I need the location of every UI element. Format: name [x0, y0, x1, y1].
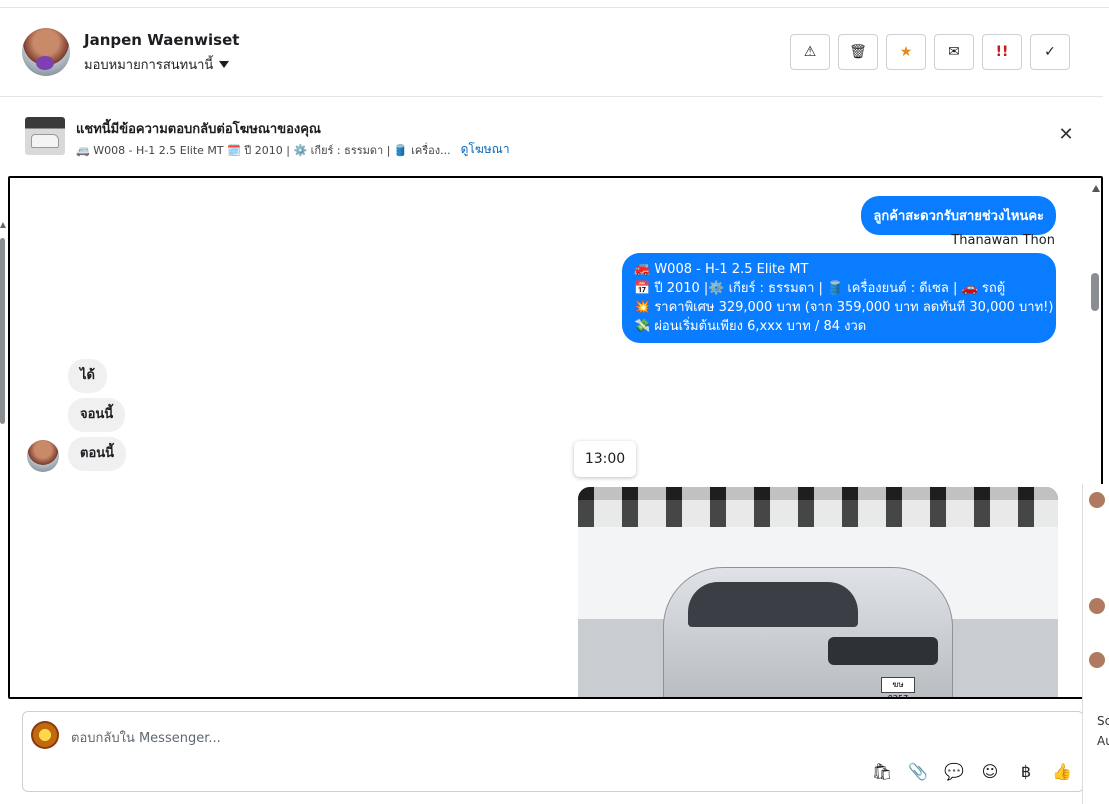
- avatar[interactable]: [22, 28, 70, 76]
- side-panel-peek[interactable]: Sc Au: [1082, 484, 1109, 804]
- header-actions: ⚠ 🗑 ★ ✉ !! ✓: [790, 34, 1070, 70]
- incoming-message[interactable]: ตอนนี้: [68, 437, 127, 471]
- baht-icon: ฿: [1020, 761, 1032, 781]
- close-icon[interactable]: ✕: [1056, 125, 1076, 145]
- thumbs-up-icon: 👍: [1052, 761, 1072, 781]
- left-scroll-thumb[interactable]: [0, 238, 5, 424]
- ad-reply-banner: แชทนี้มีข้อความตอบกลับต่อโฆษณาของคุณ 🚐 W…: [0, 97, 1103, 176]
- message-line: 📅 ปี 2010 |⚙️ เกียร์ : ธรรมดา | 🛢️ เครื่…: [634, 281, 1006, 296]
- emoji-button[interactable]: ☺: [979, 760, 1001, 782]
- caret-down-icon: [219, 61, 230, 68]
- avatar: [1089, 652, 1105, 668]
- ad-banner-subtitle: 🚐 W008 - H-1 2.5 Elite MT 🗓️ ปี 2010 | ⚙…: [76, 143, 451, 157]
- sender-name: Thanawan Thon: [951, 233, 1055, 248]
- saved-reply-button[interactable]: 💬: [943, 760, 965, 782]
- message-line: 🚒 W008 - H-1 2.5 Elite MT: [634, 262, 809, 277]
- paperclip-icon: 📎: [908, 761, 928, 781]
- chat-bubble-icon: 💬: [944, 761, 964, 781]
- incoming-message[interactable]: จอนนี้: [68, 398, 126, 432]
- ad-thumbnail[interactable]: [25, 117, 65, 155]
- attach-button[interactable]: 📎: [907, 760, 929, 782]
- message-line: 💸 ผ่อนเริ่มต้นเพียง 6,xxx บาท / 84 งวด: [634, 319, 867, 334]
- message-line: 💥 ราคาพิเศษ 329,000 บาท (จาก 359,000 บาท…: [634, 300, 1054, 315]
- assign-label: มอบหมายการสนทนานี้: [84, 58, 214, 73]
- incoming-message[interactable]: ได้: [68, 359, 107, 393]
- avatar: [1089, 598, 1105, 614]
- star-icon: ★: [899, 44, 913, 60]
- peek-text: Au: [1097, 734, 1109, 748]
- view-ad-link[interactable]: ดูโฆษณา: [461, 140, 510, 159]
- outgoing-message[interactable]: ลูกค้าสะดวกรับสายช่วงไหนคะ: [861, 196, 1056, 235]
- mark-done-button[interactable]: ✓: [1030, 34, 1070, 70]
- like-button[interactable]: 👍: [1051, 760, 1073, 782]
- smiley-icon: ☺: [981, 761, 999, 781]
- message-photo[interactable]: ฆษ 9257: [578, 487, 1058, 697]
- trash-icon: 🗑: [849, 44, 867, 60]
- message-timestamp-tooltip: 13:00: [574, 441, 636, 477]
- check-icon: ✓: [1044, 44, 1056, 60]
- shop-bag-button[interactable]: 🛍: [871, 760, 893, 782]
- assign-conversation-dropdown[interactable]: มอบหมายการสนทนานี้: [84, 54, 230, 75]
- composer-toolbar: 🛍 📎 💬 ☺ ฿ 👍: [871, 760, 1073, 782]
- shopping-bag-icon: 🛍: [871, 761, 893, 781]
- avatar: [1089, 492, 1105, 508]
- mark-unread-button[interactable]: ✉: [934, 34, 974, 70]
- conversation-header: Janpen Waenwiset มอบหมายการสนทนานี้ ⚠ 🗑 …: [0, 8, 1103, 97]
- ad-banner-subtitle-row: 🚐 W008 - H-1 2.5 Elite MT 🗓️ ปี 2010 | ⚙…: [76, 140, 510, 159]
- avatar[interactable]: [27, 440, 59, 472]
- outgoing-message[interactable]: 🚒 W008 - H-1 2.5 Elite MT 📅 ปี 2010 |⚙️ …: [622, 253, 1056, 343]
- message-scroll-thumb[interactable]: [1091, 273, 1099, 311]
- peek-text: Sc: [1097, 714, 1109, 728]
- envelope-icon: ✉: [948, 44, 960, 60]
- left-scroll-up-icon[interactable]: [0, 222, 6, 228]
- page-avatar: [31, 721, 59, 749]
- follow-up-icon: !!: [995, 44, 1009, 60]
- warning-icon: ⚠: [803, 44, 817, 60]
- star-button[interactable]: ★: [886, 34, 926, 70]
- license-plate: ฆษ 9257: [881, 677, 915, 697]
- payment-button[interactable]: ฿: [1015, 760, 1037, 782]
- message-composer: ตอบกลับใน Messenger... 🛍 📎 💬 ☺ ฿ 👍: [22, 711, 1084, 792]
- message-thread[interactable]: ลูกค้าสะดวกรับสายช่วงไหนคะ Thanawan Thon…: [8, 176, 1103, 699]
- ad-banner-title: แชทนี้มีข้อความตอบกลับต่อโฆษณาของคุณ: [76, 122, 321, 137]
- user-name[interactable]: Janpen Waenwiset: [84, 31, 239, 49]
- reply-input[interactable]: ตอบกลับใน Messenger...: [71, 727, 221, 748]
- delete-button[interactable]: 🗑: [838, 34, 878, 70]
- follow-up-button[interactable]: !!: [982, 34, 1022, 70]
- scroll-up-icon[interactable]: [1092, 185, 1100, 192]
- report-button[interactable]: ⚠: [790, 34, 830, 70]
